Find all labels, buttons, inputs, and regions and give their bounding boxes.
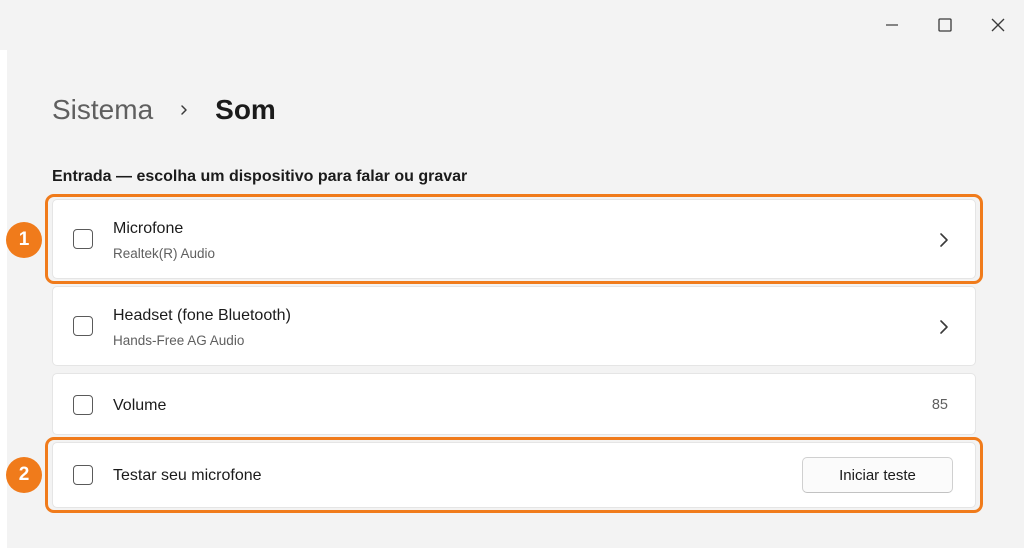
chevron-right-icon <box>940 320 948 334</box>
device-item-headset[interactable]: Headset (fone Bluetooth) Hands-Free AG A… <box>52 286 976 366</box>
close-icon <box>991 18 1004 32</box>
breadcrumb: Sistema Som <box>52 88 276 132</box>
highlight-frame-2 <box>45 437 983 513</box>
volume-label: Volume <box>113 397 167 414</box>
minimize-icon <box>885 24 898 26</box>
device-subtitle: Hands-Free AG Audio <box>113 333 245 348</box>
volume-row: Volume 85 <box>52 373 976 435</box>
close-button[interactable] <box>971 0 1024 50</box>
device-title: Headset (fone Bluetooth) <box>113 307 291 324</box>
settings-window: Sistema Som Entrada — escolha um disposi… <box>0 0 1024 548</box>
chevron-right-icon <box>179 103 189 117</box>
device-checkbox[interactable] <box>73 316 93 336</box>
breadcrumb-parent-link[interactable]: Sistema <box>52 94 153 126</box>
step-badge-1: 1 <box>6 222 42 258</box>
maximize-button[interactable] <box>918 0 971 50</box>
title-bar-controls <box>865 0 1024 50</box>
volume-checkbox[interactable] <box>73 395 93 415</box>
volume-value: 85 <box>931 397 948 413</box>
input-section-title: Entrada — escolha um dispositivo para fa… <box>52 168 468 185</box>
maximize-icon <box>937 18 952 32</box>
page-title: Som <box>215 94 276 125</box>
step-badge-2: 2 <box>6 457 42 493</box>
highlight-frame-1 <box>45 194 983 284</box>
minimize-button[interactable] <box>865 0 918 50</box>
